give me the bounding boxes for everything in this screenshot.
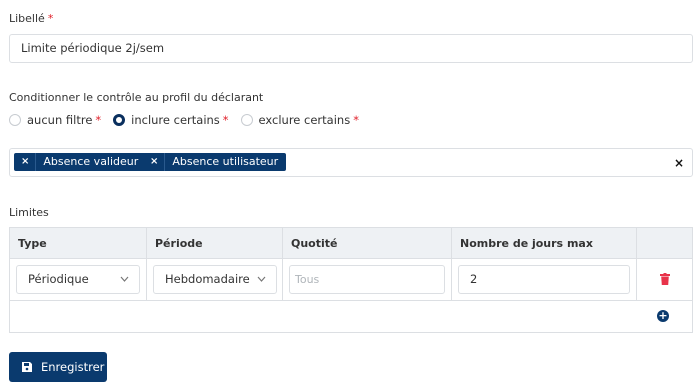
trash-icon[interactable] bbox=[660, 273, 670, 285]
radio-label: inclure certains bbox=[131, 113, 220, 127]
column-header-actions bbox=[637, 228, 694, 259]
table-header: Type Période Quotité Nombre de jours max bbox=[10, 228, 692, 259]
chevron-down-icon bbox=[257, 266, 266, 305]
required-mark: * bbox=[222, 113, 229, 127]
radio-exclure-certains[interactable]: exclure certains * bbox=[240, 113, 359, 127]
plus-circle-icon[interactable]: + bbox=[657, 310, 669, 322]
column-header-quotite: Quotité bbox=[283, 228, 452, 259]
radio-button[interactable] bbox=[9, 114, 21, 126]
cell-type: Périodique bbox=[10, 259, 147, 301]
radio-aucun-filtre[interactable]: aucun filtre * bbox=[9, 113, 101, 127]
clear-all-button[interactable]: × bbox=[674, 156, 684, 170]
quotite-placeholder: Tous bbox=[295, 273, 320, 286]
periode-select[interactable]: Hebdomadaire bbox=[153, 265, 277, 294]
type-select[interactable]: Périodique bbox=[16, 265, 140, 294]
libelle-label: Libellé * bbox=[9, 12, 53, 25]
limites-label: Limites bbox=[9, 206, 49, 219]
jours-max-input[interactable]: 2 bbox=[458, 265, 630, 294]
quotite-input[interactable]: Tous bbox=[289, 265, 445, 294]
cell-quotite: Tous bbox=[283, 259, 452, 301]
cell-actions bbox=[637, 259, 694, 301]
column-header-periode: Période bbox=[147, 228, 283, 259]
libelle-input[interactable]: Limite périodique 2j/sem bbox=[9, 34, 693, 63]
tag-absence-utilisateur: × Absence utilisateur bbox=[143, 153, 287, 171]
radio-button[interactable] bbox=[113, 114, 126, 126]
cell-jours-max: 2 bbox=[452, 259, 637, 301]
condition-radio-group: aucun filtre * inclure certains * exclure … bbox=[9, 113, 371, 127]
limites-table: Type Période Quotité Nombre de jours max… bbox=[9, 227, 693, 333]
tag-label: Absence valideur bbox=[43, 155, 139, 168]
radio-inclure-certains[interactable]: inclure certains * bbox=[113, 113, 229, 127]
floppy-disk-icon bbox=[22, 362, 32, 372]
save-button-label: Enregistrer bbox=[41, 360, 105, 374]
table-row: Périodique Hebdomadaire Tous 2 bbox=[10, 259, 692, 301]
radio-button[interactable] bbox=[240, 114, 253, 126]
required-mark: * bbox=[95, 113, 102, 127]
type-select-value: Périodique bbox=[28, 272, 89, 286]
tag-label: Absence utilisateur bbox=[172, 155, 279, 168]
column-header-jours-max: Nombre de jours max bbox=[452, 228, 637, 259]
libelle-input-value: Limite périodique 2j/sem bbox=[21, 41, 165, 55]
tag-remove-button[interactable]: × bbox=[14, 153, 37, 171]
tag-absence-valideur: × Absence valideur bbox=[14, 153, 147, 171]
column-header-type: Type bbox=[10, 228, 147, 259]
chevron-down-icon bbox=[120, 266, 129, 305]
radio-label: aucun filtre bbox=[27, 113, 93, 127]
cell-periode: Hebdomadaire bbox=[147, 259, 283, 301]
tag-remove-button[interactable]: × bbox=[143, 153, 166, 171]
jours-max-value: 2 bbox=[470, 272, 478, 286]
required-mark: * bbox=[353, 113, 359, 127]
radio-label: exclure certains bbox=[258, 113, 351, 127]
libelle-label-text: Libellé bbox=[9, 12, 45, 25]
save-button[interactable]: Enregistrer bbox=[9, 352, 107, 382]
profile-multiselect[interactable]: × Absence valideur × Absence utilisateur… bbox=[9, 148, 693, 177]
periode-select-value: Hebdomadaire bbox=[165, 272, 250, 286]
condition-label: Conditionner le contrôle au profil du dé… bbox=[9, 91, 264, 104]
required-mark: * bbox=[47, 12, 54, 25]
